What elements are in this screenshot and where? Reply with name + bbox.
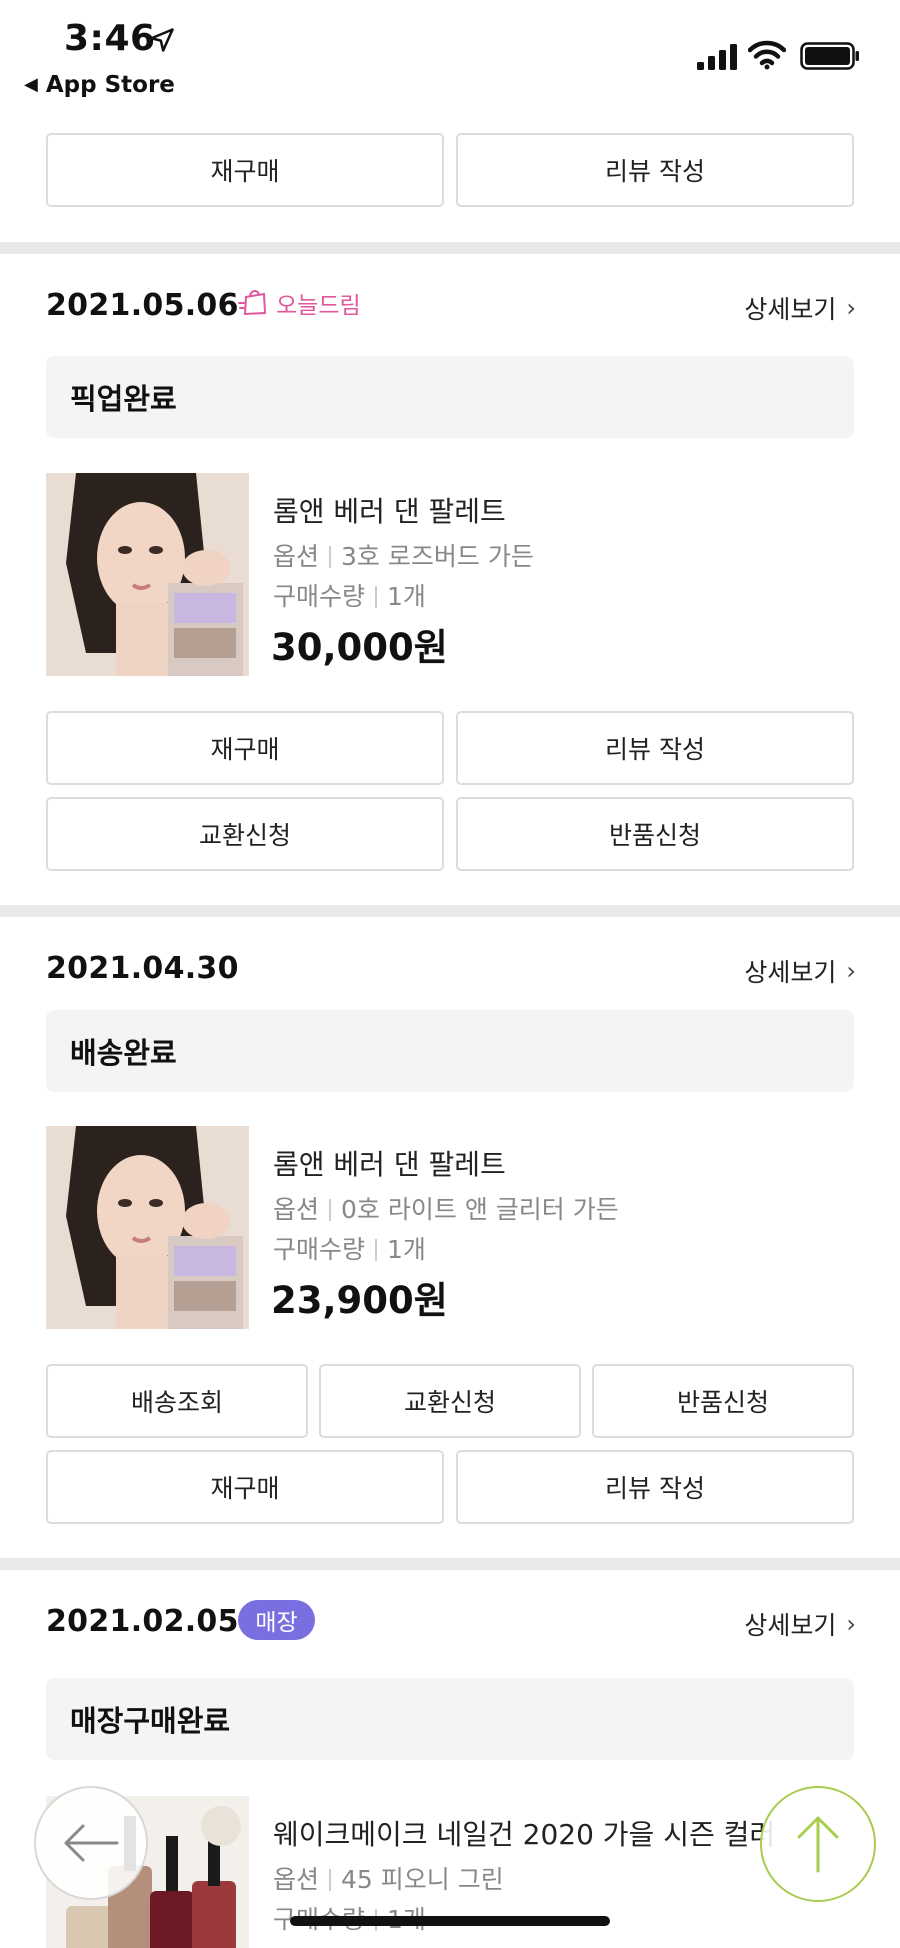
- quantity-value: 1개: [387, 582, 426, 611]
- exchange-request-button[interactable]: 교환신청: [319, 1364, 581, 1438]
- write-review-button[interactable]: 리뷰 작성: [456, 133, 854, 207]
- write-review-button[interactable]: 리뷰 작성: [456, 1450, 854, 1524]
- product-price: 30,000원: [271, 626, 448, 669]
- store-badge: 매장: [238, 1600, 315, 1640]
- order-detail-link[interactable]: 상세보기 ›: [744, 290, 856, 326]
- back-arrow-icon: [64, 1824, 119, 1862]
- today-dream-label: 오늘드림: [276, 293, 361, 319]
- order-status: 픽업완료: [46, 356, 854, 438]
- product-quantity: 구매수량 1개: [273, 577, 426, 613]
- product-option: 옵션 0호 라이트 앤 글리터 가든: [273, 1190, 619, 1226]
- track-delivery-button[interactable]: 배송조회: [46, 1364, 308, 1438]
- option-label: 옵션: [273, 542, 320, 571]
- back-button[interactable]: [34, 1786, 148, 1900]
- info-separator: [329, 1199, 332, 1221]
- product-option: 옵션 45 피오니 그린: [273, 1860, 504, 1896]
- detail-label: 상세보기: [744, 1611, 837, 1640]
- order-status: 매장구매완료: [46, 1678, 854, 1760]
- order-detail-link[interactable]: 상세보기 ›: [744, 1606, 856, 1642]
- option-value: 0호 라이트 앤 글리터 가든: [341, 1195, 619, 1224]
- option-value: 45 피오니 그린: [341, 1865, 504, 1894]
- quantity-value: 1개: [387, 1235, 426, 1264]
- rebuy-button[interactable]: 재구매: [46, 711, 444, 785]
- option-label: 옵션: [273, 1195, 320, 1224]
- info-separator: [329, 546, 332, 568]
- order-date: 2021.02.05: [46, 1604, 239, 1639]
- order-date: 2021.04.30: [46, 951, 239, 986]
- return-request-button[interactable]: 반품신청: [592, 1364, 854, 1438]
- product-name[interactable]: 롬앤 베러 댄 팔레트: [273, 490, 506, 530]
- product-image: [46, 473, 249, 676]
- exchange-request-button[interactable]: 교환신청: [46, 797, 444, 871]
- section-divider: [0, 1558, 900, 1570]
- detail-label: 상세보기: [744, 958, 837, 987]
- battery-icon: [800, 42, 859, 70]
- status-time: 3:46: [64, 18, 156, 59]
- info-separator: [375, 1239, 378, 1261]
- product-thumbnail[interactable]: [46, 473, 249, 676]
- rebuy-button[interactable]: 재구매: [46, 1450, 444, 1524]
- product-price: 23,900원: [271, 1279, 448, 1322]
- arrow-up-icon: [797, 1816, 839, 1873]
- scroll-to-top-button[interactable]: [760, 1786, 876, 1902]
- detail-label: 상세보기: [744, 295, 837, 324]
- section-divider: [0, 905, 900, 917]
- quantity-label: 구매수량: [273, 582, 366, 611]
- quantity-label: 구매수량: [273, 1235, 366, 1264]
- chevron-right-icon: ›: [846, 1610, 856, 1638]
- wifi-icon: [748, 40, 786, 70]
- return-request-button[interactable]: 반품신청: [456, 797, 854, 871]
- product-name[interactable]: 롬앤 베러 댄 팔레트: [273, 1143, 506, 1183]
- chevron-right-icon: ›: [846, 957, 856, 985]
- product-thumbnail[interactable]: [46, 1126, 249, 1329]
- signal-icon: [697, 44, 737, 70]
- location-arrow-icon: [150, 28, 174, 52]
- back-triangle-icon: ◀: [24, 74, 38, 95]
- product-quantity: 구매수량 1개: [273, 1230, 426, 1266]
- order-status: 배송완료: [46, 1010, 854, 1092]
- rebuy-button[interactable]: 재구매: [46, 133, 444, 207]
- info-separator: [329, 1869, 332, 1891]
- product-image: [46, 1126, 249, 1329]
- section-divider: [0, 242, 900, 254]
- option-label: 옵션: [273, 1865, 320, 1894]
- order-date: 2021.05.06: [46, 288, 239, 323]
- shopping-bag-icon: [238, 290, 267, 316]
- option-value: 3호 로즈버드 가든: [341, 542, 534, 571]
- info-separator: [375, 586, 378, 608]
- product-name[interactable]: 웨이크메이크 네일건 2020 가을 시즌 컬러: [273, 1813, 773, 1853]
- home-indicator[interactable]: [290, 1916, 610, 1926]
- today-dream-tag: 오늘드림: [238, 286, 361, 320]
- order-detail-link[interactable]: 상세보기 ›: [744, 953, 856, 989]
- back-app-label: App Store: [45, 72, 175, 98]
- product-option: 옵션 3호 로즈버드 가든: [273, 537, 534, 573]
- write-review-button[interactable]: 리뷰 작성: [456, 711, 854, 785]
- chevron-right-icon: ›: [846, 294, 856, 322]
- back-to-app-store[interactable]: ◀ App Store: [24, 72, 175, 98]
